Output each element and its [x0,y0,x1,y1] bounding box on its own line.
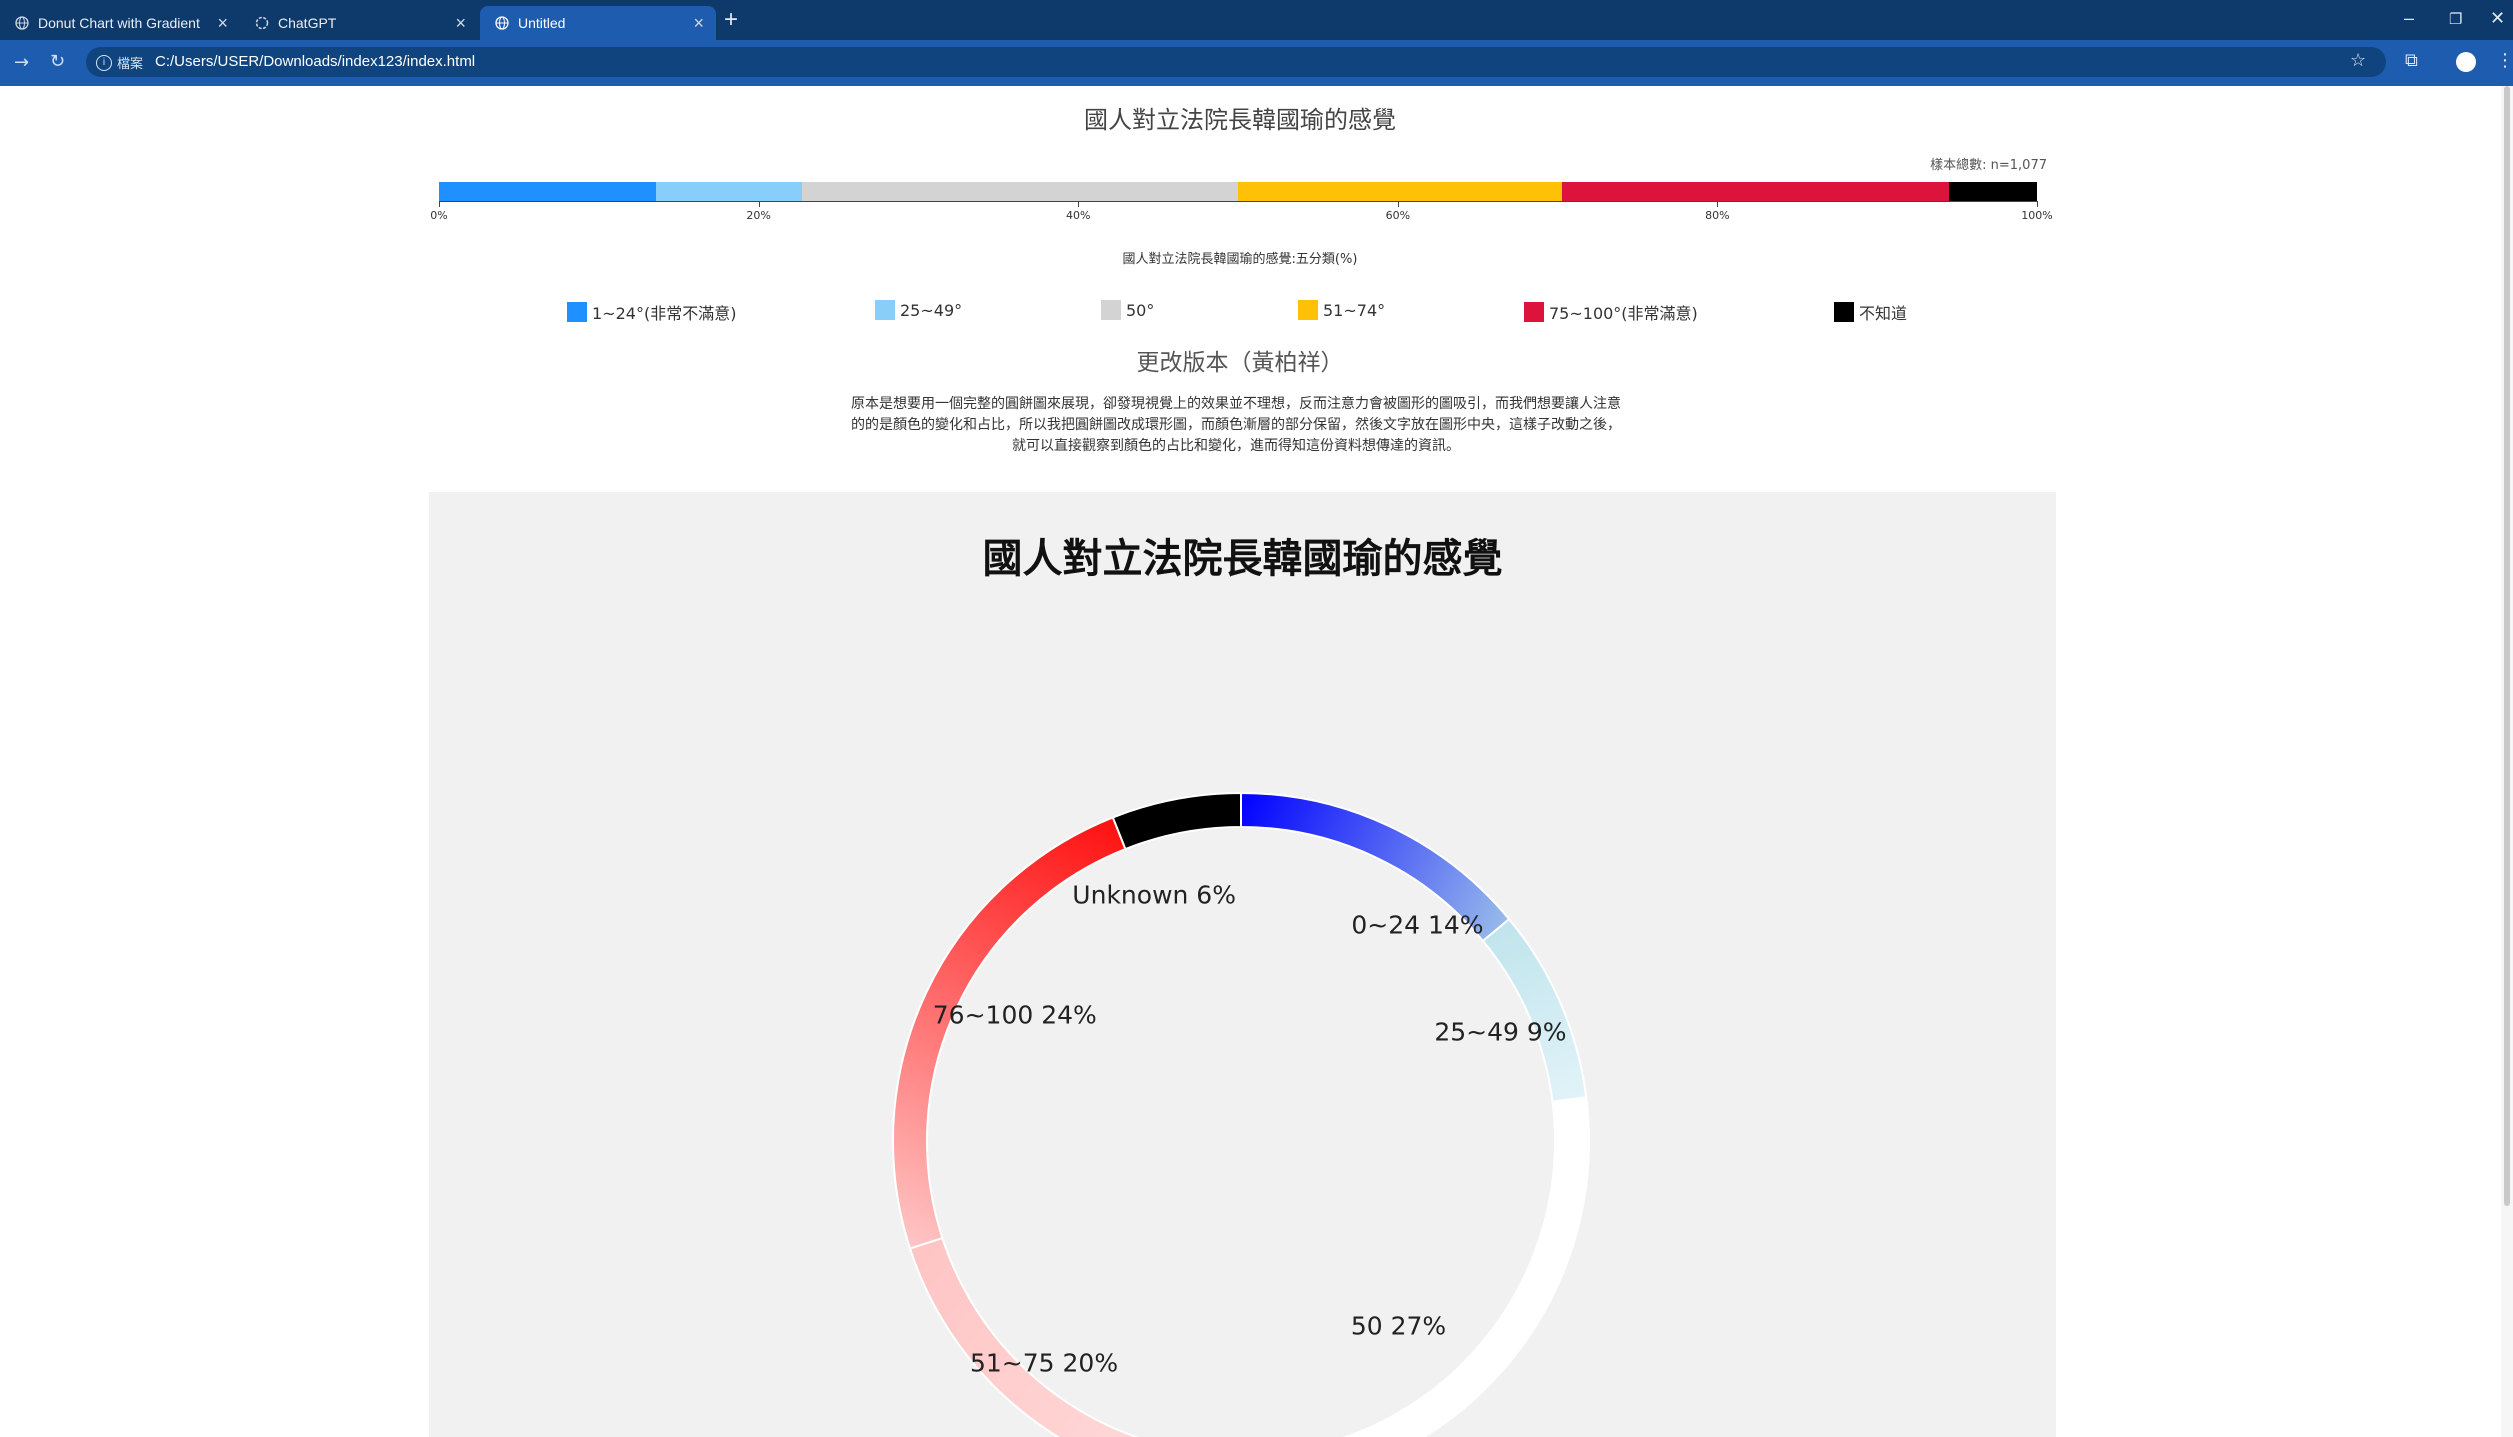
legend-item: 25~49° [875,300,962,320]
tab-title: ChatGPT [278,15,337,31]
bar-segment-2 [801,182,1238,201]
description-line: 就可以直接觀察到顏色的占比和變化，進而得知這份資料想傳達的資訊。 [1012,438,1460,454]
tab-chatgpt[interactable]: ChatGPT × [240,6,478,40]
section-title: 更改版本（黃柏祥） [1136,350,1344,376]
reload-icon[interactable]: ↻ [50,51,65,72]
bar-segment-5 [1949,182,2037,201]
url-text[interactable]: C:/Users/USER/Downloads/index123/index.h… [155,53,475,70]
info-icon: i [96,54,112,71]
legend-item: 不知道 [1834,300,1907,324]
legend-label: 75~100°(非常滿意) [1549,304,1698,323]
legend-label: 50° [1126,300,1155,320]
restore-icon[interactable]: ❐ [2449,10,2462,28]
original-chart-title: 國人對立法院長韓國瑜的感覺 [1084,106,1396,134]
legend-label: 25~49° [900,300,963,320]
close-tab-icon[interactable]: × [693,13,704,34]
scrollbar-thumb[interactable] [2504,86,2510,1206]
donut-slice-label: 0~24 14% [1351,910,1484,940]
openai-icon [254,15,270,31]
new-tab-icon[interactable]: + [724,6,738,34]
x-tick [1717,201,1719,207]
legend-item: 1~24°(非常不滿意) [567,300,736,324]
tab-strip: Donut Chart with Gradient × ChatGPT × Un… [0,0,2513,40]
x-tick-label: 80% [1705,209,1730,222]
legend-item: 50° [1101,300,1154,320]
x-axis-line [439,201,2037,202]
donut-slice-label: 76~100 24% [932,1000,1097,1030]
forward-icon[interactable]: → [14,52,29,73]
tab-donut-chart[interactable]: Donut Chart with Gradient × [0,6,240,40]
legend-swatch [1101,300,1121,320]
close-window-icon[interactable]: ✕ [2490,8,2505,29]
x-tick [439,201,440,207]
description: 原本是想要用一個完整的圓餅圖來展現，卻發現視覺上的效果並不理想，反而注意力會被圖… [786,394,1686,457]
tab-title: Untitled [518,15,566,31]
x-tick-label: 60% [1385,209,1411,222]
site-chip-label: 檔案 [117,56,144,71]
donut-chart-title: 國人對立法院長韓國瑜的感覺 [982,536,1503,582]
legend-label: 1~24°(非常不滿意) [592,304,737,323]
x-tick [1397,201,1399,207]
donut-slice-label: 25~49 9% [1434,1017,1567,1047]
x-tick-label: 20% [746,209,771,222]
donut-slice-label: 51~75 20% [970,1348,1119,1378]
bar-segment-0 [439,182,657,201]
minimize-icon[interactable]: – [2404,8,2414,29]
legend-label: 不知道 [1859,304,1908,323]
legend-swatch [1298,300,1318,320]
close-tab-icon[interactable]: × [455,13,466,34]
bar-segment-4 [1562,182,1950,201]
donut-slice-label: 50 27% [1350,1311,1447,1341]
x-tick-label: 40% [1065,209,1091,222]
tab-title: Donut Chart with Gradient [38,15,200,31]
legend-swatch [567,302,587,322]
stacked-bar-chart [439,182,2037,201]
site-info-chip[interactable]: i 檔案 [96,53,143,72]
donut-chart-panel [429,492,2056,1437]
x-tick [1078,201,1080,207]
globe-icon [14,15,30,31]
tab-untitled[interactable]: Untitled × [480,6,716,40]
globe-icon [494,15,510,31]
legend-swatch [1524,302,1544,322]
sample-size-note: 樣本總數: n=1,077 [1930,158,2047,173]
description-line: 原本是想要用一個完整的圓餅圖來展現，卻發現視覺上的效果並不理想，反而注意力會被圖… [851,396,1621,412]
donut-slice-label: Unknown 6% [1072,880,1236,910]
legend-label: 51~74° [1323,300,1386,320]
legend-swatch [1834,302,1854,322]
description-line: 的的是顏色的變化和占比，所以我把圓餅圖改成環形圖，而顏色漸層的部分保留，然後文字… [851,417,1621,433]
menu-kebab-icon[interactable]: ⋮ [2496,50,2513,71]
x-tick-label: 0% [430,209,448,222]
legend-item: 75~100°(非常滿意) [1524,300,1698,324]
extensions-icon[interactable]: ⧉ [2405,50,2418,71]
x-tick [758,201,760,207]
x-tick [2037,201,2038,207]
bar-segment-3 [1238,182,1563,201]
bar-segment-1 [656,182,802,201]
profile-avatar[interactable] [2456,52,2476,72]
legend-swatch [875,300,895,320]
close-tab-icon[interactable]: × [217,13,228,34]
x-axis-title: 國人對立法院長韓國瑜的感覺:五分類(%) [1122,252,1358,267]
legend-item: 51~74° [1298,300,1385,320]
x-tick-label: 100% [2021,209,2053,222]
bookmark-star-icon[interactable]: ☆ [2350,50,2366,71]
